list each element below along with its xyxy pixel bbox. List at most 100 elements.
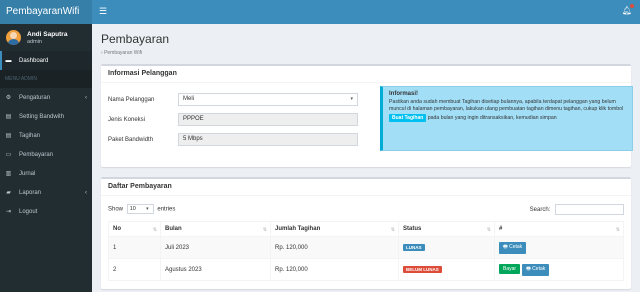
callout-title: Informasi! <box>389 91 419 97</box>
breadcrumb: › Pembayaran Wifi <box>101 50 631 56</box>
print-button[interactable]: 🖶︎ Cetak <box>522 263 550 276</box>
show-label: Show <box>108 206 124 213</box>
customer-select-value: Meli <box>183 96 195 102</box>
notification-badge <box>630 4 634 8</box>
breadcrumb-icon: › <box>101 50 103 56</box>
search-label: Search: <box>529 206 551 213</box>
sidebar-item-pengaturan[interactable]: ⚙ Pengaturan ‹ <box>0 88 92 107</box>
status-badge: LUNAS <box>403 244 425 251</box>
sidebar-item-label: Logout <box>19 208 38 215</box>
payments-box: Daftar Pembayaran Show 10 ▾ entries Sear… <box>101 177 631 289</box>
info-callout: Informasi! Pastikan anda sudah membuat T… <box>380 86 633 151</box>
menu-toggle-icon[interactable]: ☰ <box>99 6 107 17</box>
callout-text: Pastikan anda sudah membuat Tagihan dise… <box>389 99 624 113</box>
dashboard-icon: ▬ <box>5 57 12 64</box>
sort-icon: ⇅ <box>390 227 395 233</box>
user-panel: Andi Saputra admin <box>0 24 92 51</box>
chevron-down-icon: ▾ <box>350 96 353 102</box>
sidebar-item-dashboard[interactable]: ▬ Dashboard <box>0 51 92 70</box>
chevron-left-icon: ‹ <box>85 94 87 101</box>
cell-no: 2 <box>108 258 161 281</box>
sidebar-item-jurnal[interactable]: ▥ Jurnal <box>0 164 92 183</box>
column-header-actions[interactable]: # ⇅ <box>494 221 624 237</box>
sort-icon: ⇅ <box>152 227 157 233</box>
name-label: Nama Pelanggan <box>108 96 155 103</box>
chevron-down-icon: ▾ <box>146 206 149 212</box>
cell-status: LUNAS <box>398 236 495 259</box>
cell-bulan: Juli 2023 <box>160 236 271 259</box>
topbar: ☰ 🔔︎ <box>92 0 640 24</box>
column-label: # <box>499 226 503 232</box>
brand-logo[interactable]: PembayaranWifi <box>0 0 92 24</box>
customer-info-title: Informasi Pelanggan <box>101 66 631 83</box>
user-name: Andi Saputra <box>27 30 68 38</box>
sidebar-item-label: Jurnal <box>19 170 36 177</box>
button-label: Cetak <box>532 265 546 272</box>
status-badge: BELUM LUNAS <box>403 266 442 273</box>
sidebar-item-label: Tagihan <box>19 132 41 139</box>
sidebar-item-label: Pengaturan <box>19 94 51 101</box>
customer-info-box: Informasi Pelanggan Nama Pelanggan Meli … <box>101 64 633 167</box>
callout-text-after: pada bulan yang ingin ditransaksikan, ke… <box>427 114 557 121</box>
column-label: Jumlah Tagihan <box>275 226 321 232</box>
cell-actions: Bayar 🖶︎ Cetak <box>494 258 624 281</box>
sidebar-item-tagihan[interactable]: ▤ Tagihan <box>0 126 92 145</box>
cell-status: BELUM LUNAS <box>398 258 495 281</box>
pay-button[interactable]: Bayar <box>499 263 521 274</box>
main-content: Pembayaran › Pembayaran Wifi Informasi P… <box>92 24 640 292</box>
sidebar-item-label: Laporan <box>19 189 42 196</box>
column-header-status[interactable]: Status ⇅ <box>398 221 495 237</box>
tagihan-icon: ▤ <box>5 133 12 139</box>
connection-field: PPPOE <box>178 113 358 126</box>
gear-icon: ⚙ <box>5 95 12 101</box>
column-label: No <box>113 226 121 232</box>
page-title: Pembayaran <box>101 32 170 46</box>
sidebar-item-label: Setting Bandwith <box>19 113 65 120</box>
chevron-left-icon: ‹ <box>85 189 87 196</box>
entries-label: entries <box>157 206 176 213</box>
sidebar-item-label: Dashboard <box>19 57 49 64</box>
customer-select[interactable]: Meli ▾ <box>178 93 358 106</box>
button-label: Bayar <box>503 265 517 272</box>
logout-icon: ⇥ <box>5 209 12 215</box>
column-header-bulan[interactable]: Bulan ⇅ <box>160 221 271 237</box>
report-icon: ▰ <box>6 190 11 196</box>
user-role: admin <box>27 38 42 45</box>
column-label: Bulan <box>165 226 182 232</box>
search-input[interactable] <box>555 203 624 215</box>
sidebar-item-laporan[interactable]: ▰ Laporan ‹ <box>0 183 92 202</box>
nav-header: MENU ADMIN <box>0 70 92 88</box>
sidebar-item-label: Pembayaran <box>19 151 54 158</box>
avatar <box>6 30 21 45</box>
list-icon: ▤ <box>5 114 12 120</box>
cell-jumlah: Rp. 120,000 <box>270 258 399 281</box>
create-bill-button[interactable]: Buat Tagihan <box>389 113 427 122</box>
column-header-no[interactable]: No ⇅ <box>108 221 161 237</box>
print-button[interactable]: 🖶︎ Cetak <box>499 241 527 254</box>
journal-icon: ▥ <box>5 171 12 177</box>
sort-icon: ⇅ <box>262 227 267 233</box>
sidebar-item-setting-bandwith[interactable]: ▤ Setting Bandwith <box>0 107 92 126</box>
table-row: 2 Agustus 2023 Rp. 120,000 BELUM LUNAS Bayar… <box>108 258 624 281</box>
cell-no: 1 <box>108 236 161 259</box>
breadcrumb-item[interactable]: Pembayaran Wifi <box>104 50 142 56</box>
button-label: Cetak <box>509 243 523 250</box>
payments-title: Daftar Pembayaran <box>101 179 631 196</box>
entries-select[interactable]: 10 ▾ <box>126 204 154 214</box>
connection-label: Jenis Koneksi <box>108 116 146 123</box>
cell-actions: 🖶︎ Cetak <box>494 236 624 259</box>
cell-bulan: Agustus 2023 <box>160 258 271 281</box>
column-label: Status <box>403 226 422 232</box>
column-header-jumlah[interactable]: Jumlah Tagihan ⇅ <box>270 221 399 237</box>
sidebar-item-logout[interactable]: ⇥ Logout <box>0 202 92 221</box>
entries-select-value: 10 <box>129 206 136 212</box>
sidebar: PembayaranWifi Andi Saputra admin ▬ Dashb… <box>0 0 92 292</box>
cell-jumlah: Rp. 120,000 <box>270 236 399 259</box>
sort-icon: ⇅ <box>486 227 491 233</box>
payment-icon: ▭ <box>5 152 12 158</box>
bandwidth-field: 5 Mbps <box>178 133 358 146</box>
sort-icon: ⇅ <box>615 227 620 233</box>
sidebar-item-pembayaran[interactable]: ▭ Pembayaran <box>0 145 92 164</box>
table-row: 1 Juli 2023 Rp. 120,000 LUNAS 🖶︎ Cetak <box>108 236 624 259</box>
payments-table: No ⇅ Bulan ⇅ Jumlah Tagihan ⇅ Status ⇅ # ⇅ 1J… <box>108 221 624 281</box>
